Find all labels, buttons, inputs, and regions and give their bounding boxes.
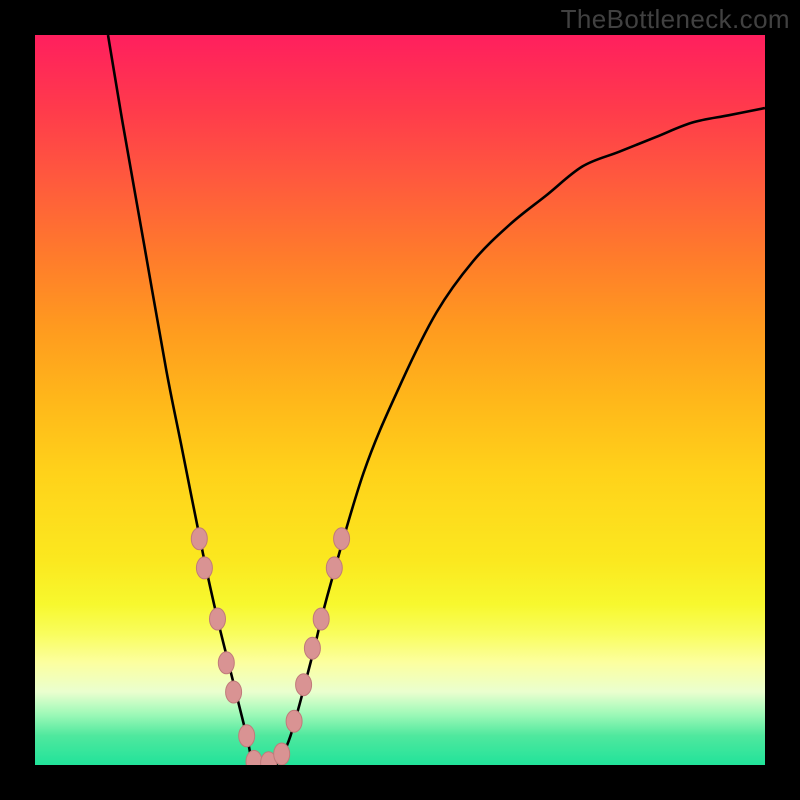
bottleneck-curve [35, 35, 765, 765]
data-marker [210, 608, 226, 630]
data-marker [218, 652, 234, 674]
data-marker [313, 608, 329, 630]
data-markers [191, 528, 349, 765]
data-marker [191, 528, 207, 550]
data-marker [239, 725, 255, 747]
data-marker [226, 681, 242, 703]
data-marker [274, 743, 290, 765]
curve-path [108, 35, 765, 765]
data-marker [334, 528, 350, 550]
data-marker [296, 674, 312, 696]
chart-canvas: TheBottleneck.com [0, 0, 800, 800]
watermark-label: TheBottleneck.com [561, 4, 790, 35]
data-marker [246, 750, 262, 765]
data-marker [326, 557, 342, 579]
plot-area [35, 35, 765, 765]
data-marker [286, 710, 302, 732]
data-marker [304, 637, 320, 659]
data-marker [196, 557, 212, 579]
